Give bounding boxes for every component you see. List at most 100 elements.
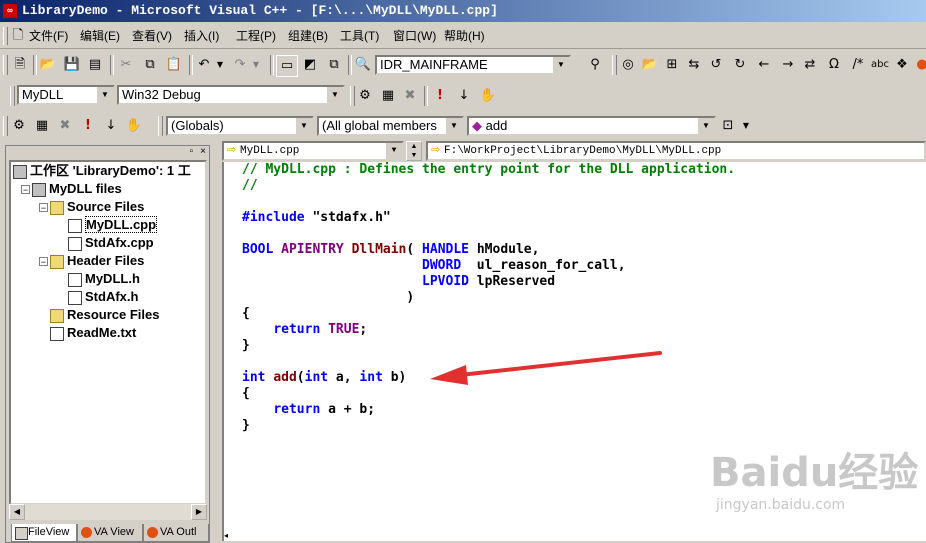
filter-combo[interactable]: (All global members ▼ [317,116,464,136]
tree-file-stdafx-h[interactable]: StdAfx.h [68,289,138,307]
scroll-left-icon[interactable]: ◀ [9,504,25,520]
workspace-icon[interactable]: ▭ [276,55,298,77]
menu-tools[interactable]: 工具(T) [340,24,379,48]
execute-icon[interactable]: ! [78,116,98,136]
member-combo[interactable]: ◆ add ▼ [467,116,716,136]
collapse-toggle[interactable]: − [39,257,48,267]
new-text-file-icon[interactable]: 🗎 [10,55,30,75]
collapse-toggle[interactable]: − [21,185,30,195]
window-title: LibraryDemo - Microsoft Visual C++ - [F:… [22,3,498,18]
code-keyword: HANDLE [422,242,470,257]
config-combo[interactable]: Win32 Debug ▼ [117,85,345,105]
va-icon-13[interactable]: ❖ [892,55,912,75]
find-in-files-icon[interactable]: 🔍 [353,55,373,75]
header-file-icon [68,290,82,305]
tree-workspace-root[interactable]: 工作区 'LibraryDemo': 1 工 [13,163,191,181]
menu-insert[interactable]: 插入(I) [184,24,219,48]
va-icon-10[interactable]: Ω [824,55,844,75]
toolbar-grip[interactable] [3,116,8,136]
menu-file[interactable]: 文件(F) [29,24,68,48]
menu-edit[interactable]: 编辑(E) [80,24,120,48]
wizardbar-action-icon[interactable]: ⊡ [718,116,738,136]
resource-combo[interactable]: IDR_MAINFRAME ▼ [375,55,571,75]
forward-arrow-icon[interactable]: → [778,55,798,75]
chevron-down-icon[interactable]: ▼ [96,87,113,103]
wizardbar-action-dropdown-icon[interactable]: ▼ [736,116,756,136]
breakpoint-hand-icon[interactable]: ✋ [124,116,144,136]
chevron-down-icon[interactable]: ▼ [295,118,312,134]
tab-fileview[interactable]: FileView [11,524,77,542]
window-list-icon[interactable]: ⧉ [324,55,344,75]
execute-icon[interactable]: ! [430,86,450,106]
toolbar-grip[interactable] [612,55,617,75]
redo-dropdown-icon[interactable]: ▼ [246,55,266,75]
menu-help[interactable]: 帮助(H) [444,24,485,48]
path-field[interactable]: ⇨ F:\WorkProject\LibraryDemo\MyDLL\MyDLL… [426,141,926,161]
va-icon-4[interactable]: ⇆ [684,55,704,75]
va-open-file-icon[interactable]: 📂 [640,55,660,75]
comment-icon[interactable]: /* [848,55,868,75]
va-icon-3[interactable]: ⊞ [662,55,682,75]
va-tomato-icon[interactable]: ● [912,55,926,75]
back-arrow-icon[interactable]: ← [754,55,774,75]
chevron-down-icon[interactable]: ▼ [552,57,569,73]
open-icon[interactable]: 📂 [38,55,58,75]
cut-icon[interactable]: ✂ [116,55,136,75]
pane-minimize-icon[interactable]: ▫ [189,146,193,157]
tab-va-outline[interactable]: VA Outl [143,524,209,542]
binoculars-icon[interactable]: ⚲ [585,55,605,75]
save-all-icon[interactable]: ▤ [85,55,105,75]
tree-folder-resource[interactable]: Resource Files [50,307,160,325]
va-icon-5[interactable]: ↺ [706,55,726,75]
build-icon[interactable]: ▦ [32,116,52,136]
menu-window[interactable]: 窗口(W) [393,24,436,48]
project-combo[interactable]: MyDLL ▼ [17,85,115,105]
copy-icon[interactable]: ⧉ [140,55,160,75]
va-icon-6[interactable]: ↻ [730,55,750,75]
class-combo[interactable]: (Globals) ▼ [166,116,314,136]
tree-horizontal-scrollbar[interactable]: ◀ ▶ [9,504,207,520]
header-file-icon [68,272,82,287]
tree-file-stdafx-cpp[interactable]: StdAfx.cpp [68,235,154,253]
go-icon[interactable]: ↓ [101,116,121,136]
scroll-right-icon[interactable]: ▶ [191,504,207,520]
save-icon[interactable]: 💾 [62,55,82,75]
tab-va-view[interactable]: VA View [77,524,143,542]
stop-build-icon[interactable]: ✖ [55,116,75,136]
menu-project[interactable]: 工程(P) [236,24,276,48]
tree-file-mydll-h[interactable]: MyDLL.h [68,271,140,289]
file-spinner[interactable]: ▲ ▼ [406,141,422,161]
tree-file-readme[interactable]: ReadMe.txt [50,325,136,343]
output-icon[interactable]: ◩ [300,55,320,75]
chevron-down-icon[interactable]: ▼ [445,118,462,134]
go-icon[interactable]: ↓ [454,86,474,106]
menu-view[interactable]: 查看(V) [132,24,172,48]
spell-check-icon[interactable]: abc [870,55,890,75]
toolbar-grip[interactable] [3,55,8,75]
chevron-down-icon[interactable]: ▼ [697,118,714,134]
compile-icon[interactable]: ⚙ [355,86,375,106]
breakpoint-hand-icon[interactable]: ✋ [478,86,498,106]
paste-icon[interactable]: 📋 [164,55,184,75]
file-combo[interactable]: ⇨ MyDLL.cpp ▼ [222,141,404,161]
collapse-toggle[interactable]: − [39,203,48,213]
va-icon-1[interactable]: ◎ [618,55,638,75]
build-icon[interactable]: ▦ [378,86,398,106]
tree-project[interactable]: MyDLL files [32,181,122,199]
toolbar-grip[interactable] [10,86,15,106]
stop-build-icon[interactable]: ✖ [400,86,420,106]
tree-folder-header[interactable]: Header Files [50,253,144,271]
chevron-down-icon[interactable]: ▼ [326,87,343,103]
app-icon[interactable]: ∞ [3,4,17,18]
tree-folder-source[interactable]: Source Files [50,199,144,217]
undo-dropdown-icon[interactable]: ▼ [210,55,230,75]
document-icon[interactable]: 🗋 [8,26,28,46]
va-icon-9[interactable]: ⇄ [800,55,820,75]
chevron-down-icon[interactable]: ▼ [385,143,402,159]
code-text[interactable]: // MyDLL.cpp : Defines the entry point f… [242,162,735,434]
close-icon[interactable]: × [200,146,206,157]
toolbar-grip[interactable] [158,116,163,136]
compile-icon[interactable]: ⚙ [9,116,29,136]
tree-file-mydll-cpp[interactable]: MyDLL.cpp [68,216,158,235]
menu-build[interactable]: 组建(B) [288,24,328,48]
